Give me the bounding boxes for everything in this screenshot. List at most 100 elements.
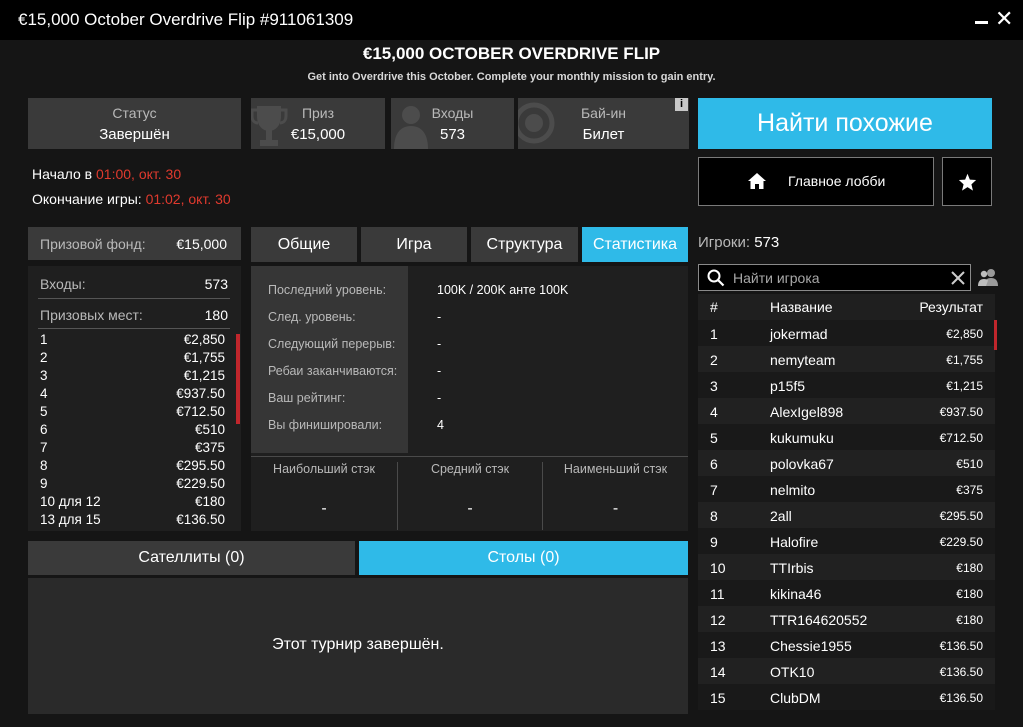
- table-row[interactable]: 9 Halofire €229.50: [698, 528, 995, 554]
- player-name: OTK10: [770, 664, 815, 680]
- search-icon: [707, 269, 725, 287]
- smallest-stack: Наименьший стэк -: [543, 462, 688, 528]
- start-label: Начало в: [32, 166, 93, 182]
- prize-pool-label: Призовой фонд:: [40, 236, 146, 252]
- payout-amount: €1,215: [183, 368, 225, 383]
- payout-place: 6: [40, 422, 48, 437]
- player-search[interactable]: [698, 264, 971, 291]
- player-name: Chessie1955: [770, 638, 852, 654]
- tab-statistics[interactable]: Статистика: [582, 227, 688, 262]
- players-table-header: # Название Результат: [698, 294, 995, 320]
- table-row[interactable]: 1 jokermad €2,850: [698, 320, 995, 346]
- table-row[interactable]: 8 2all €295.50: [698, 502, 995, 528]
- payout-amount: €229.50: [176, 476, 225, 491]
- player-rank: 6: [710, 456, 718, 472]
- payout-amount: €937.50: [176, 386, 225, 401]
- tournament-finished-message: Этот турнир завершён.: [272, 636, 444, 653]
- players-table[interactable]: 1 jokermad €2,850 2 nemyteam €1,755 3 p15f5 €1…: [698, 320, 995, 710]
- payout-place: 13 для 15: [40, 512, 101, 527]
- payout-place: 1: [40, 332, 48, 347]
- player-name: nemyteam: [770, 352, 836, 368]
- start-time: 01:00: [96, 166, 132, 182]
- statistics-panel: Последний уровень: 100K / 200K анте 100K…: [251, 266, 688, 531]
- table-row[interactable]: 14 OTK10 €136.50: [698, 658, 995, 684]
- player-result: €180: [956, 561, 983, 575]
- table-row[interactable]: 15 ClubDM €136.50: [698, 684, 995, 710]
- payout-row: 5 €712.50: [40, 403, 225, 421]
- player-rank: 9: [710, 534, 718, 550]
- prize-card: Приз €15,000: [251, 98, 385, 149]
- tab-general[interactable]: Общие: [251, 227, 357, 262]
- player-result: €229.50: [939, 535, 983, 549]
- main-lobby-button[interactable]: Главное лобби: [698, 157, 934, 206]
- prize-value: €15,000: [290, 126, 346, 143]
- players-scrollbar[interactable]: [994, 320, 997, 350]
- buyin-label: Бай-ин: [580, 105, 626, 121]
- minimize-icon[interactable]: [975, 21, 988, 24]
- table-row[interactable]: 6 polovka67 €510: [698, 450, 995, 476]
- table-row[interactable]: 3 p15f5 €1,215: [698, 372, 995, 398]
- clear-icon[interactable]: [951, 271, 965, 285]
- prize-payout-panel[interactable]: Входы: 573 Призовых мест: 180 1 €2,850 2 €…: [28, 266, 241, 531]
- tab-tables[interactable]: Столы (0): [359, 541, 688, 575]
- player-rank: 11: [710, 586, 725, 602]
- table-row[interactable]: 7 nelmito €375: [698, 476, 995, 502]
- payout-scrollbar[interactable]: [236, 334, 240, 424]
- status-card: Статус Завершён: [28, 98, 241, 149]
- player-rank: 7: [710, 482, 718, 498]
- entries-row-value: 573: [204, 276, 228, 292]
- table-row[interactable]: 4 AlexIgel898 €937.50: [698, 398, 995, 424]
- col-name[interactable]: Название: [770, 299, 833, 315]
- next-break-label: Следующий перерыв:: [268, 337, 396, 351]
- end-label: Окончание игры:: [32, 191, 142, 207]
- payout-amount: €375: [194, 440, 225, 455]
- player-rank: 10: [710, 560, 726, 576]
- table-row[interactable]: 5 kukumuku €712.50: [698, 424, 995, 450]
- status-value: Завершён: [99, 126, 170, 143]
- table-row[interactable]: 10 TTIrbis €180: [698, 554, 995, 580]
- payout-amount: €1,755: [183, 350, 225, 365]
- paid-places-label: Призовых мест:: [40, 307, 143, 323]
- players-label: Игроки:: [698, 234, 751, 251]
- payout-amount: €295.50: [176, 458, 225, 473]
- table-row[interactable]: 2 nemyteam €1,755: [698, 346, 995, 372]
- window-title: €15,000 October Overdrive Flip #91106130…: [18, 10, 354, 29]
- player-name: p15f5: [770, 378, 806, 394]
- table-row[interactable]: 12 TTR164620552 €180: [698, 606, 995, 632]
- favorite-button[interactable]: [942, 157, 992, 206]
- largest-stack-value: -: [321, 500, 327, 517]
- payout-place: 10 для 12: [40, 494, 101, 509]
- player-name: TTIrbis: [770, 560, 814, 576]
- tab-satellites[interactable]: Сателлиты (0): [28, 541, 355, 575]
- finished-label: Вы финишировали:: [268, 418, 383, 432]
- info-icon[interactable]: i: [675, 98, 688, 111]
- player-result: €180: [956, 613, 983, 627]
- payout-place: 4: [40, 386, 48, 401]
- your-rank-label: Ваш рейтинг:: [268, 391, 346, 405]
- last-level-value: 100K / 200K анте 100K: [437, 283, 569, 297]
- players-count-value: 573: [754, 234, 780, 251]
- next-level-label: След. уровень:: [268, 310, 356, 324]
- paid-places-value: 180: [204, 307, 228, 323]
- player-search-input[interactable]: [733, 269, 938, 287]
- payout-amount: €136.50: [176, 512, 225, 527]
- home-icon: [748, 173, 766, 189]
- col-result[interactable]: Результат: [919, 299, 983, 315]
- table-row[interactable]: 11 kikina46 €180: [698, 580, 995, 606]
- player-result: €136.50: [939, 691, 983, 705]
- find-similar-button[interactable]: Найти похожие: [698, 98, 992, 149]
- col-number[interactable]: #: [710, 299, 718, 315]
- tab-game[interactable]: Игра: [361, 227, 467, 262]
- player-name: polovka67: [770, 456, 834, 472]
- close-icon[interactable]: ✕: [995, 6, 1013, 32]
- table-row[interactable]: 13 Chessie1955 €136.50: [698, 632, 995, 658]
- end-date: , окт. 30: [180, 191, 231, 207]
- buyin-card: Бай-ин Билет: [518, 98, 689, 149]
- player-rank: 13: [710, 638, 726, 654]
- player-result: €1,215: [946, 379, 983, 393]
- tab-structure[interactable]: Структура: [471, 227, 578, 262]
- end-time: 01:02: [145, 191, 181, 207]
- player-name: Halofire: [770, 534, 819, 550]
- payout-amount: €712.50: [176, 404, 225, 419]
- players-group-icon[interactable]: [977, 267, 1001, 287]
